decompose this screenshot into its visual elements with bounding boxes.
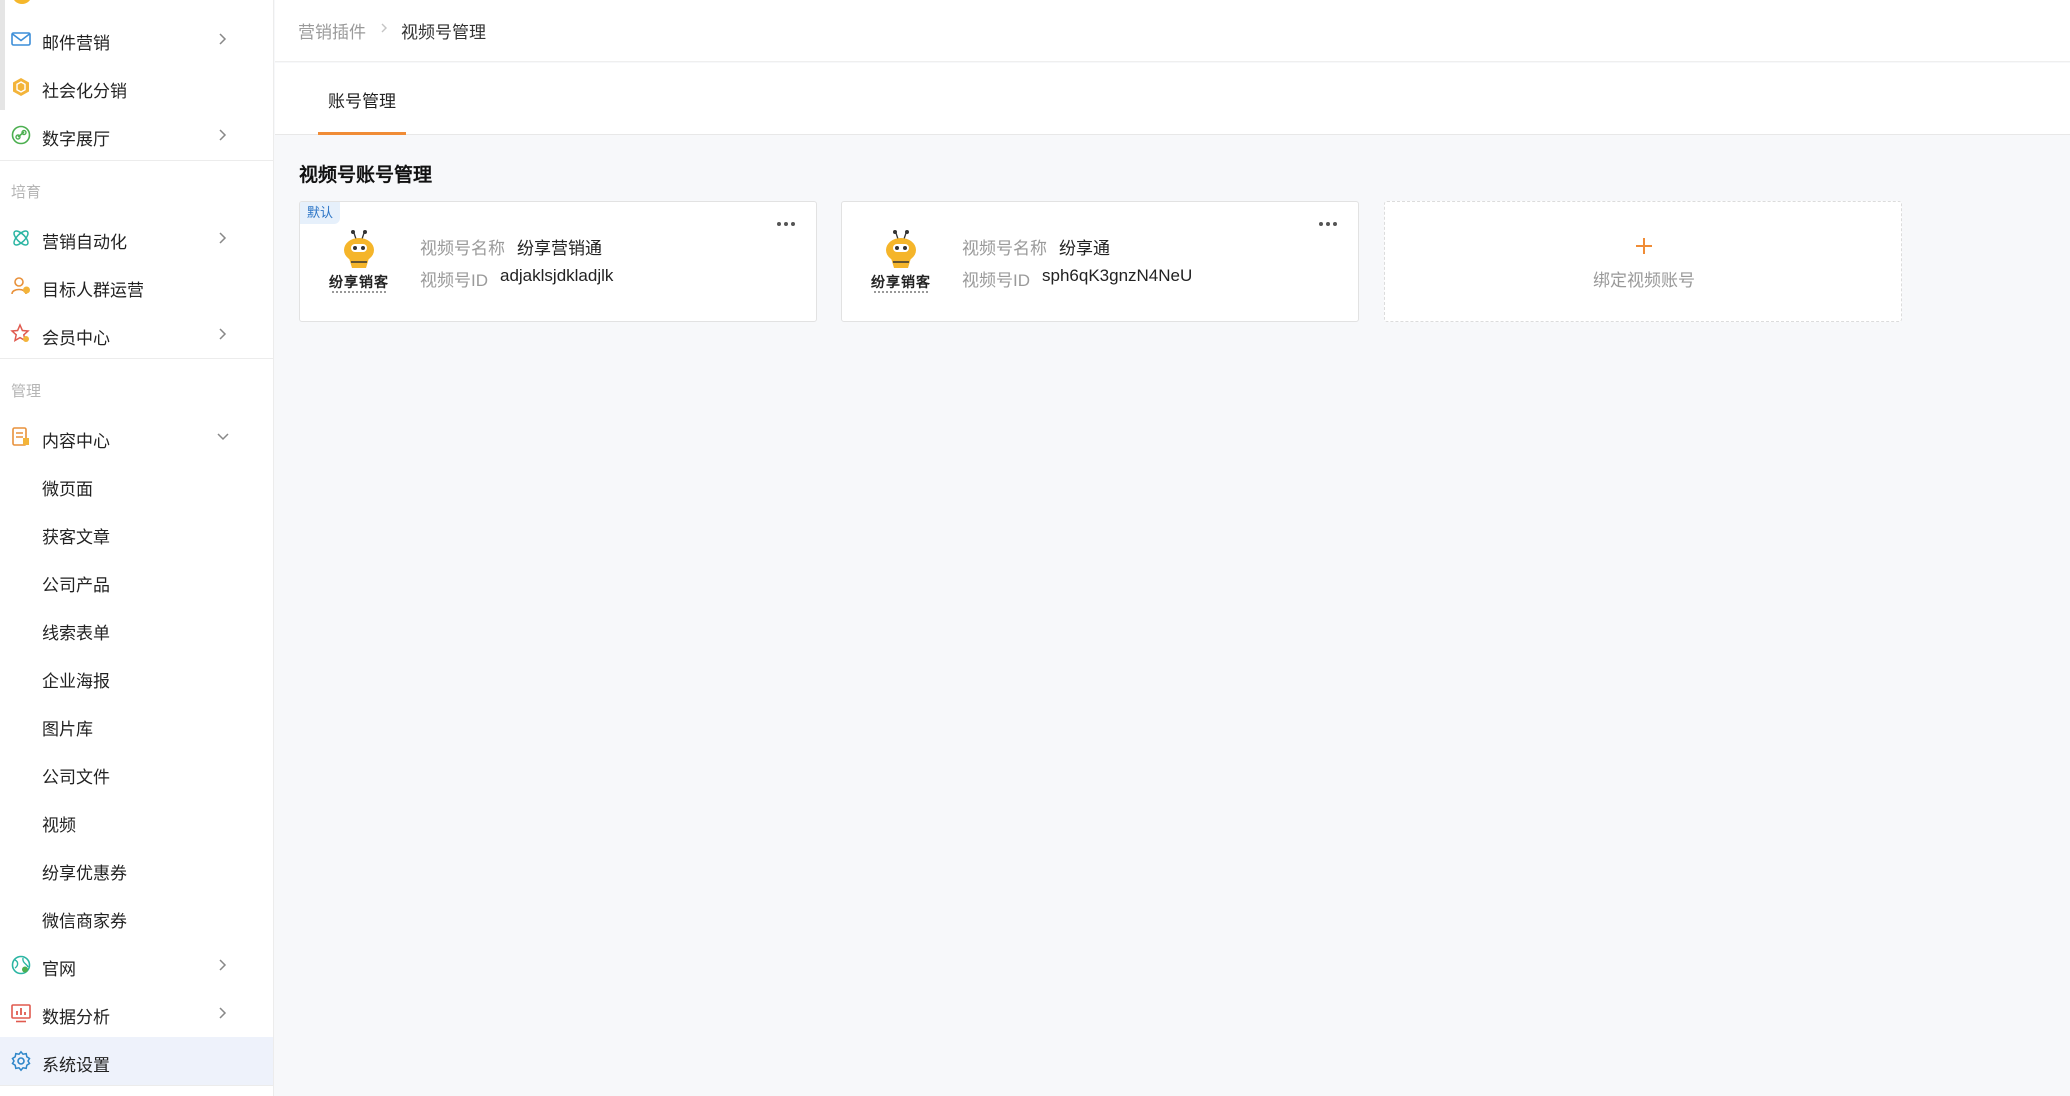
breadcrumb-parent[interactable]: 营销插件 [298, 18, 366, 43]
sidebar-subitem-company-files[interactable]: 公司文件 [0, 749, 273, 797]
bind-video-account-label: 绑定视频账号 [1593, 271, 1695, 290]
bee-mascot-icon [886, 230, 916, 268]
sidebar-divider [0, 1085, 273, 1086]
sidebar-item-label: 营销自动化 [42, 233, 127, 252]
chevron-down-icon [217, 433, 229, 441]
logo-text: 纷享销客 [871, 274, 931, 290]
sidebar-subitem-label: 图片库 [42, 720, 93, 739]
sidebar-item-label: 内容中心 [42, 432, 110, 451]
sidebar-subitem-coupons[interactable]: 纷享优惠券 [0, 845, 273, 893]
sidebar-subitem-label: 获客文章 [42, 528, 110, 547]
more-options-icon[interactable] [1316, 218, 1340, 230]
chevron-right-icon [381, 23, 387, 33]
app-root: 邮件营销 社会化分销 数字展厅 培育 营销自动化 目标人群运营 会员中心 管理 … [0, 0, 2070, 1096]
sidebar-subitem-lead-articles[interactable]: 获客文章 [0, 509, 273, 557]
sidebar-item-website[interactable]: 官网 [0, 941, 273, 989]
sidebar-item-label: 社会化分销 [42, 82, 127, 101]
logo-text: 纷享销客 [329, 274, 389, 290]
globe-icon [11, 955, 31, 975]
sidebar-item-social-distribution[interactable]: 社会化分销 [0, 63, 273, 111]
default-badge: 默认 [300, 202, 341, 224]
account-logo: 纷享销客 [866, 228, 936, 298]
sidebar-subitem-company-products[interactable]: 公司产品 [0, 557, 273, 605]
chevron-right-icon [219, 1007, 227, 1019]
sidebar-subitem-label: 线索表单 [42, 624, 110, 643]
account-logo: 纷享销客 [324, 228, 394, 298]
logo-tagline-decoration [874, 291, 928, 294]
sidebar: 邮件营销 社会化分销 数字展厅 培育 营销自动化 目标人群运营 会员中心 管理 … [0, 0, 274, 1096]
channel-id-value: sph6qK3gnzN4NeU [1042, 266, 1193, 285]
sidebar-subitem-label: 视频 [42, 816, 76, 835]
link-icon [11, 125, 31, 145]
chevron-right-icon [219, 328, 227, 340]
sidebar-subitem-micro-page[interactable]: 微页面 [0, 461, 273, 509]
sidebar-subitem-wechat-coupons[interactable]: 微信商家券 [0, 893, 273, 941]
sidebar-subitem-posters[interactable]: 企业海报 [0, 653, 273, 701]
account-card[interactable]: 纷享销客 视频号名称 纷享通 视频号ID sph6qK3gnzN4NeU [841, 201, 1359, 322]
sidebar-subitem-label: 公司产品 [42, 576, 110, 595]
main-content: 营销插件 视频号管理 账号管理 视频号账号管理 默认 纷享销客 视频号名称 纷享… [275, 0, 2070, 1096]
mail-icon [11, 32, 31, 46]
sidebar-item-digital-showroom[interactable]: 数字展厅 [0, 111, 273, 159]
automation-icon [13, 230, 29, 246]
sidebar-item-label: 邮件营销 [42, 34, 110, 53]
channel-id-value: adjaklsjdkladjlk [500, 266, 614, 285]
sidebar-item-target-audience[interactable]: 目标人群运营 [0, 262, 273, 310]
sidebar-subitem-label: 微页面 [42, 480, 93, 499]
sidebar-item-label: 会员中心 [42, 329, 110, 348]
bind-video-account-button[interactable]: 绑定视频账号 [1384, 201, 1902, 322]
sidebar-item-label: 系统设置 [42, 1056, 110, 1075]
channel-name-value: 纷享营销通 [517, 239, 602, 258]
bee-mascot-icon [344, 230, 374, 268]
sidebar-item-label: 官网 [42, 960, 76, 979]
sidebar-subitem-label: 公司文件 [42, 768, 110, 787]
sidebar-subitem-image-library[interactable]: 图片库 [0, 701, 273, 749]
tab-label: 账号管理 [328, 92, 396, 111]
channel-name-label: 视频号名称 [420, 239, 505, 258]
sidebar-item-label: 目标人群运营 [42, 281, 144, 300]
channel-id-label: 视频号ID [420, 271, 488, 290]
hexagon-icon [13, 78, 29, 96]
logo-tagline-decoration [332, 291, 386, 294]
plus-icon [1636, 238, 1652, 254]
chevron-right-icon [219, 33, 227, 45]
sidebar-item-content-center[interactable]: 内容中心 [0, 413, 273, 461]
tab-active-indicator [318, 132, 406, 135]
logo-fragment [12, 0, 32, 4]
sidebar-item-system-settings[interactable]: 系统设置 [0, 1037, 273, 1085]
sidebar-subitem-label: 微信商家券 [42, 912, 127, 931]
sidebar-item-label: 数字展厅 [42, 130, 110, 149]
sidebar-item-label: 数据分析 [42, 1008, 110, 1027]
gear-icon [11, 1050, 31, 1072]
sidebar-subitem-label: 纷享优惠券 [42, 864, 127, 883]
more-options-icon[interactable] [774, 218, 798, 230]
sidebar-divider [0, 358, 273, 359]
chevron-right-icon [219, 129, 227, 141]
sidebar-item-member-center[interactable]: 会员中心 [0, 310, 273, 358]
chevron-right-icon [219, 232, 227, 244]
chart-icon [11, 1004, 31, 1023]
account-card[interactable]: 默认 纷享销客 视频号名称 纷享营销通 视频号ID adjaklsjdkladj… [299, 201, 817, 322]
sidebar-subitem-lead-forms[interactable]: 线索表单 [0, 605, 273, 653]
users-icon [11, 277, 30, 295]
tab-account-management[interactable]: 账号管理 [318, 63, 406, 135]
sidebar-section-nurture: 培育 [11, 184, 42, 201]
channel-name-value: 纷享通 [1059, 239, 1110, 258]
sidebar-item-marketing-automation[interactable]: 营销自动化 [0, 214, 273, 262]
breadcrumb-current: 视频号管理 [401, 23, 486, 42]
breadcrumb: 营销插件 视频号管理 [275, 0, 2070, 62]
sidebar-item-data-analysis[interactable]: 数据分析 [0, 989, 273, 1037]
sidebar-item-email-marketing[interactable]: 邮件营销 [0, 15, 273, 63]
star-user-icon [10, 323, 30, 342]
sidebar-subitem-label: 企业海报 [42, 672, 110, 691]
tab-bar: 账号管理 [275, 63, 2070, 135]
sidebar-subitem-video[interactable]: 视频 [0, 797, 273, 845]
channel-name-label: 视频号名称 [962, 239, 1047, 258]
document-icon [12, 427, 29, 446]
sidebar-section-manage: 管理 [11, 383, 42, 400]
sidebar-divider [0, 160, 273, 161]
page-title: 视频号账号管理 [299, 165, 433, 186]
chevron-right-icon [219, 959, 227, 971]
channel-id-label: 视频号ID [962, 271, 1030, 290]
